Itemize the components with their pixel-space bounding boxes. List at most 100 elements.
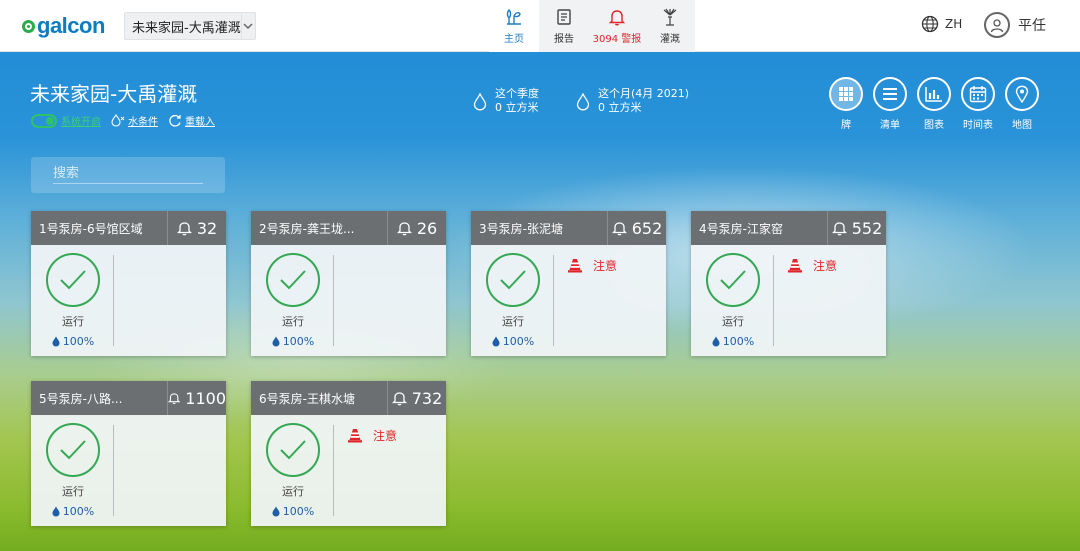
tab-report-label: 报告	[554, 34, 574, 45]
water-percent: 100%	[52, 335, 94, 348]
reload-label: 重载入	[185, 117, 215, 128]
station-name: 6号泵房-王棋水塘	[259, 391, 355, 406]
station-warning[interactable]: 注意	[787, 257, 837, 274]
month-usage-title: 这个月(4月 2021)	[598, 87, 690, 100]
view-schedule-label: 时间表	[963, 120, 993, 131]
station-status: 运行	[62, 485, 84, 498]
water-drop-icon	[272, 506, 280, 517]
view-map-button[interactable]: 地图	[1000, 77, 1044, 131]
station-status: 运行	[722, 315, 744, 328]
quarter-usage-value: 0 立方米	[495, 101, 539, 114]
station-warning[interactable]: 注意	[567, 257, 617, 274]
view-chart-button[interactable]: 图表	[912, 77, 956, 131]
station-card[interactable]: 4号泵房-江家窑 552 运行 100% 注意	[691, 211, 886, 356]
tab-alarms-label: 3094 警报	[592, 34, 642, 45]
station-status: 运行	[282, 485, 304, 498]
avatar	[984, 12, 1010, 38]
station-warning[interactable]: 注意	[347, 427, 397, 444]
water-drop-icon	[712, 336, 720, 347]
report-icon	[557, 9, 571, 25]
water-condition-label: 水条件	[128, 117, 158, 128]
card-divider	[553, 255, 554, 346]
bell-icon	[608, 10, 626, 26]
warning-label: 注意	[593, 259, 618, 273]
view-list-button[interactable]: 清单	[868, 77, 912, 131]
view-map-label: 地图	[1012, 120, 1032, 131]
water-percent-value: 100%	[62, 505, 95, 518]
station-alarm-count[interactable]: 552	[827, 211, 886, 245]
system-on-link[interactable]: 系统开启	[61, 113, 101, 128]
check-circle-icon	[706, 253, 760, 307]
month-usage-value: 0 立方米	[598, 101, 642, 114]
station-card[interactable]: 6号泵房-王棋水塘 732 运行 100% 注意	[251, 381, 446, 526]
water-percent: 100%	[52, 505, 94, 518]
station-alarm-count[interactable]: 1100	[167, 381, 226, 415]
reload-link[interactable]: 重载入	[168, 113, 215, 128]
search-box	[31, 157, 225, 193]
alarm-count: 552	[851, 218, 883, 238]
language-switch[interactable]: ZH	[921, 15, 962, 33]
station-status: 运行	[502, 315, 524, 328]
view-schedule-button[interactable]: 时间表	[956, 77, 1000, 131]
user-menu[interactable]: 平任	[984, 12, 1046, 38]
bell-icon	[396, 222, 412, 236]
water-condition-link[interactable]: 水条件	[111, 113, 158, 128]
search-input[interactable]	[53, 164, 203, 184]
water-percent-value: 100%	[282, 505, 315, 518]
site-selector[interactable]: 未来家园-大禹灌溉	[124, 12, 256, 40]
bell-icon	[391, 392, 407, 406]
check-circle-icon	[486, 253, 540, 307]
water-percent-value: 100%	[722, 335, 755, 348]
view-chart-label: 图表	[924, 120, 944, 131]
check-circle-icon	[46, 253, 100, 307]
system-toggle[interactable]	[31, 113, 57, 128]
bell-icon	[168, 393, 181, 405]
station-card[interactable]: 2号泵房-龚王垅... 26 运行 100%	[251, 211, 446, 356]
water-percent: 100%	[272, 505, 314, 518]
quarter-usage: 这个季度 0 立方米	[473, 87, 539, 115]
station-alarm-count[interactable]: 652	[607, 211, 666, 245]
water-condition-icon	[111, 114, 125, 127]
water-drop-icon	[576, 93, 590, 111]
main-nav: 主页 报告 3094 警报 灌溉	[489, 0, 695, 52]
view-tiles-label: 牌	[841, 120, 851, 131]
header-actions: 系统开启 水条件 重载入	[31, 113, 225, 128]
card-divider	[333, 425, 334, 516]
warning-label: 注意	[813, 259, 838, 273]
station-alarm-count[interactable]: 26	[387, 211, 446, 245]
station-alarm-count[interactable]: 32	[167, 211, 226, 245]
station-card[interactable]: 5号泵房-八路... 1100 运行 100%	[31, 381, 226, 526]
view-list-label: 清单	[880, 120, 900, 131]
station-status: 运行	[282, 315, 304, 328]
tab-irrigation[interactable]: 灌溉	[645, 0, 695, 52]
logo-text: galcon	[37, 13, 105, 38]
view-tiles-button[interactable]: 牌	[824, 77, 868, 131]
tab-home[interactable]: 主页	[489, 0, 539, 52]
chevron-down-icon[interactable]	[240, 13, 255, 39]
tab-report[interactable]: 报告	[539, 0, 589, 52]
galcon-logo[interactable]: galcon	[22, 12, 105, 40]
tab-home-label: 主页	[504, 34, 524, 45]
alarm-count: 32	[196, 218, 218, 238]
station-name: 3号泵房-张泥塘	[479, 221, 563, 236]
tab-alarms[interactable]: 3094 警报	[589, 0, 645, 52]
alarm-count: 26	[416, 218, 438, 238]
calendar-icon	[969, 86, 987, 103]
water-percent-value: 100%	[282, 335, 315, 348]
check-circle-icon	[46, 423, 100, 477]
station-alarm-count[interactable]: 732	[387, 381, 446, 415]
sprinkler-icon	[663, 8, 677, 26]
card-divider	[113, 425, 114, 516]
bell-icon	[611, 222, 627, 236]
month-usage: 这个月(4月 2021) 0 立方米	[576, 87, 689, 115]
station-card[interactable]: 3号泵房-张泥塘 652 运行 100% 注意	[471, 211, 666, 356]
globe-icon	[921, 15, 939, 33]
station-name: 2号泵房-龚王垅...	[259, 221, 355, 236]
page-title: 未来家园-大禹灌溉	[30, 82, 198, 106]
card-divider	[113, 255, 114, 346]
warning-cone-icon	[568, 259, 582, 273]
alarm-count: 652	[631, 218, 663, 238]
grid-icon	[839, 87, 853, 101]
water-drop-icon	[272, 336, 280, 347]
station-card[interactable]: 1号泵房-6号馆区域 32 运行 100%	[31, 211, 226, 356]
